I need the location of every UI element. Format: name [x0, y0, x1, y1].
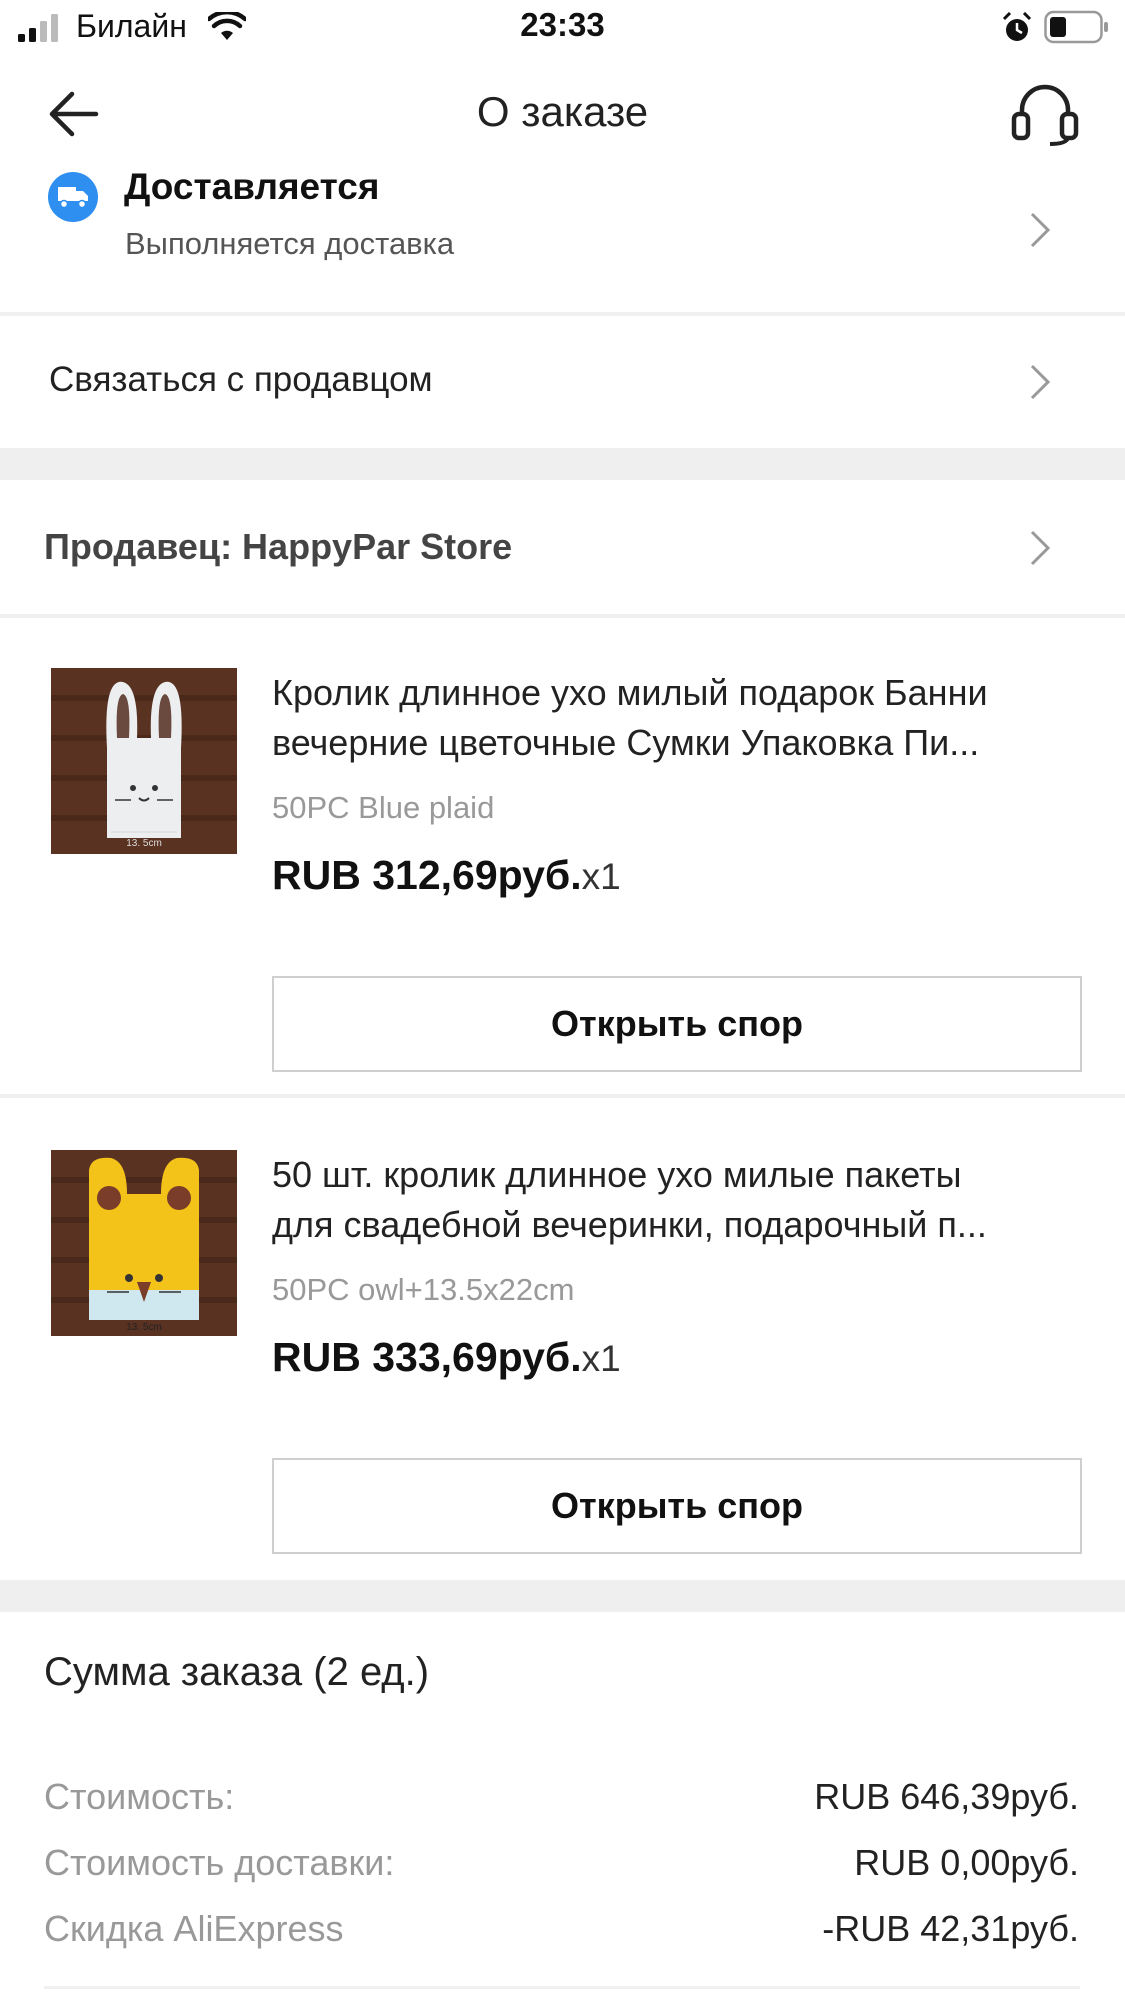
chevron-right-icon — [1030, 364, 1051, 400]
support-button[interactable] — [1010, 82, 1080, 146]
product-image[interactable]: 13. 5cm — [51, 668, 237, 854]
app-header: О заказе — [0, 56, 1125, 172]
product-price-line: RUB 333,69руб.x1 — [272, 1334, 621, 1381]
clock-time: 23:33 — [520, 6, 605, 43]
seller-store-row[interactable]: Продавец: HappyPar Store — [0, 480, 1125, 614]
section-gap — [0, 1580, 1125, 1612]
delivery-status-row[interactable]: Доставляется Выполняется доставка — [0, 160, 1125, 310]
chevron-right-icon — [1030, 530, 1051, 566]
delivery-status-badge — [48, 172, 98, 222]
product-title-line: вечерние цветочные Сумки Упаковка Пи... — [272, 722, 980, 763]
product-price: RUB 333,69руб. — [272, 1334, 582, 1380]
product-variant: 50PC owl+13.5x22cm — [272, 1272, 575, 1307]
delivery-status-subtitle: Выполняется доставка — [125, 226, 455, 261]
status-bar: Билайн 23:33 — [0, 0, 1125, 56]
subtotal-label: Стоимость: — [44, 1776, 235, 1817]
contact-seller-row[interactable]: Связаться с продавцом — [0, 316, 1125, 446]
svg-text:13. 5cm: 13. 5cm — [126, 838, 162, 849]
product-title[interactable]: Кролик длинное ухо милый подарок Банни в… — [272, 668, 1092, 768]
page-title: О заказе — [476, 88, 649, 135]
shipping-cost-label: Стоимость доставки: — [44, 1842, 395, 1883]
chevron-right-icon — [1030, 212, 1051, 248]
shipping-cost-value: RUB 0,00руб. — [854, 1842, 1079, 1883]
battery-icon — [1044, 10, 1108, 44]
section-gap — [0, 448, 1125, 480]
subtotal-value: RUB 646,39руб. — [814, 1776, 1079, 1817]
product-variant: 50PC Blue plaid — [272, 790, 495, 825]
order-item: 13. 5cm 50 шт. кролик длинное ухо милые … — [0, 1098, 1125, 1576]
product-title-line: 50 шт. кролик длинное ухо милые пакеты — [272, 1154, 962, 1195]
contact-seller-label: Связаться с продавцом — [49, 360, 433, 399]
product-title-line: для свадебной вечеринки, подарочный п... — [272, 1204, 987, 1245]
headset-icon — [1011, 84, 1079, 146]
product-title[interactable]: 50 шт. кролик длинное ухо милые пакеты д… — [272, 1150, 1092, 1250]
open-dispute-button[interactable]: Открыть спор — [272, 1458, 1082, 1554]
discount-label: Скидка AliExpress — [44, 1908, 344, 1949]
seller-store-name: Продавец: HappyPar Store — [44, 526, 513, 567]
discount-value: -RUB 42,31руб. — [822, 1908, 1079, 1949]
delivery-status-title: Доставляется — [124, 166, 380, 207]
product-title-line: Кролик длинное ухо милый подарок Банни — [272, 672, 988, 713]
product-price: RUB 312,69руб. — [272, 852, 582, 898]
product-price-line: RUB 312,69руб.x1 — [272, 852, 621, 899]
divider — [44, 1986, 1080, 1989]
alarm-icon — [1002, 12, 1032, 41]
open-dispute-button[interactable]: Открыть спор — [272, 976, 1082, 1072]
truck-icon — [58, 187, 88, 209]
product-quantity: x1 — [581, 1338, 621, 1379]
order-summary-title: Сумма заказа (2 ед.) — [44, 1650, 430, 1694]
product-image[interactable]: 13. 5cm — [51, 1150, 237, 1336]
svg-text:13. 5cm: 13. 5cm — [126, 1322, 162, 1333]
order-item: 13. 5cm Кролик длинное ухо милый подарок… — [0, 618, 1125, 1094]
product-quantity: x1 — [581, 856, 621, 897]
